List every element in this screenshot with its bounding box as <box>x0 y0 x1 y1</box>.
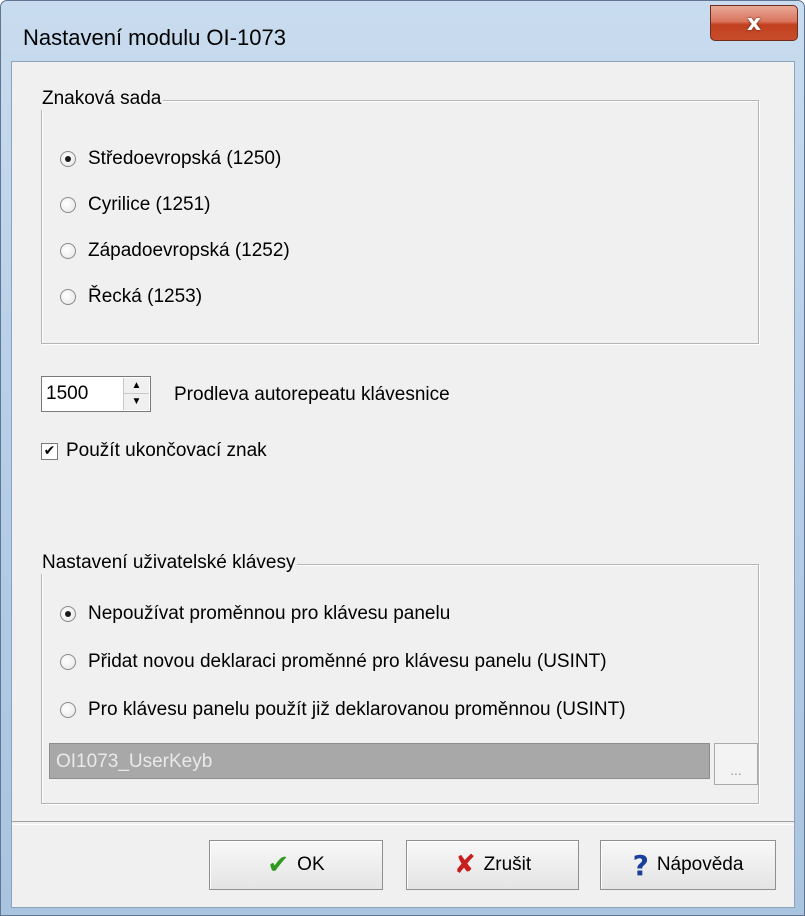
ok-label: OK <box>297 854 325 875</box>
charset-group-legend: Znaková sada <box>40 88 164 110</box>
help-button[interactable]: ? Nápověda <box>600 840 776 890</box>
terminator-checkbox[interactable]: ✔ <box>41 442 58 460</box>
radio-label: Cyrilice (1251) <box>88 194 211 215</box>
terminator-checkbox-row[interactable]: ✔ Použít ukončovací znak <box>41 440 267 462</box>
browse-button[interactable]: ... <box>714 743 758 785</box>
cancel-label: Zrušit <box>483 854 532 875</box>
spin-down-button[interactable]: ▼ <box>123 394 149 410</box>
radio-charset-1251[interactable]: Cyrilice (1251) <box>60 194 210 216</box>
radio-label: Západoevropská (1252) <box>88 240 290 261</box>
dialog-client-area: Znaková sada Středoevropská (1250) Cyril… <box>11 61 795 908</box>
terminator-label: Použít ukončovací znak <box>66 440 267 461</box>
help-label: Nápověda <box>656 854 744 875</box>
ok-button[interactable]: ✔ OK <box>209 840 383 890</box>
radio-label: Nepoužívat proměnnou pro klávesu panelu <box>88 603 451 624</box>
window-title: Nastavení modulu OI-1073 <box>23 25 286 50</box>
radio-label: Středoevropská (1250) <box>88 148 282 169</box>
radio-selected-dot <box>65 156 71 162</box>
autorepeat-input[interactable] <box>46 383 116 405</box>
variable-name-input[interactable] <box>56 751 696 773</box>
spin-up-button[interactable]: ▲ <box>123 378 149 394</box>
radio-charset-1252[interactable]: Západoevropská (1252) <box>60 240 290 262</box>
red-x-icon: ✘ <box>453 850 476 880</box>
autorepeat-label: Prodleva autorepeatu klávesnice <box>174 384 450 405</box>
arrow-up-icon: ▲ <box>131 379 142 391</box>
radio-button[interactable] <box>60 243 76 259</box>
checkmark-icon: ✔ <box>43 443 56 459</box>
question-mark-icon: ? <box>632 848 649 882</box>
arrow-down-icon: ▼ <box>131 396 142 407</box>
radio-charset-1253[interactable]: Řecká (1253) <box>60 286 202 308</box>
checkmark-icon: ✔ <box>267 850 290 880</box>
variable-name-field[interactable] <box>49 743 710 779</box>
radio-selected-dot <box>65 611 71 617</box>
radio-button[interactable] <box>60 654 76 670</box>
radio-new-declaration[interactable]: Přidat novou deklaraci proměnné pro kláv… <box>60 651 607 673</box>
radio-label: Řecká (1253) <box>88 286 203 307</box>
radio-label: Přidat novou deklaraci proměnné pro kláv… <box>88 651 607 672</box>
dialog-window: Nastavení modulu OI-1073 x Znaková sada … <box>0 0 805 916</box>
radio-button[interactable] <box>60 197 76 213</box>
radio-button[interactable] <box>60 702 76 718</box>
radio-button[interactable] <box>60 289 76 305</box>
radio-button[interactable] <box>60 606 76 622</box>
close-icon: x <box>746 10 762 36</box>
user-key-group-legend: Nastavení uživatelské klávesy <box>40 552 298 574</box>
close-button[interactable]: x <box>710 5 798 41</box>
cancel-button[interactable]: ✘ Zrušit <box>406 840 579 890</box>
radio-existing-variable[interactable]: Pro klávesu panelu použít již deklarovan… <box>60 699 626 721</box>
radio-button[interactable] <box>60 151 76 167</box>
autorepeat-spinbox[interactable]: ▲ ▼ <box>41 376 151 412</box>
radio-no-variable[interactable]: Nepoužívat proměnnou pro klávesu panelu <box>60 603 450 625</box>
spin-buttons: ▲ ▼ <box>123 378 149 410</box>
radio-label: Pro klávesu panelu použít již deklarovan… <box>88 699 626 720</box>
title-bar[interactable]: Nastavení modulu OI-1073 x <box>1 1 804 61</box>
charset-group: Znaková sada Středoevropská (1250) Cyril… <box>40 88 759 344</box>
radio-charset-1250[interactable]: Středoevropská (1250) <box>60 148 281 170</box>
button-separator <box>12 821 794 825</box>
